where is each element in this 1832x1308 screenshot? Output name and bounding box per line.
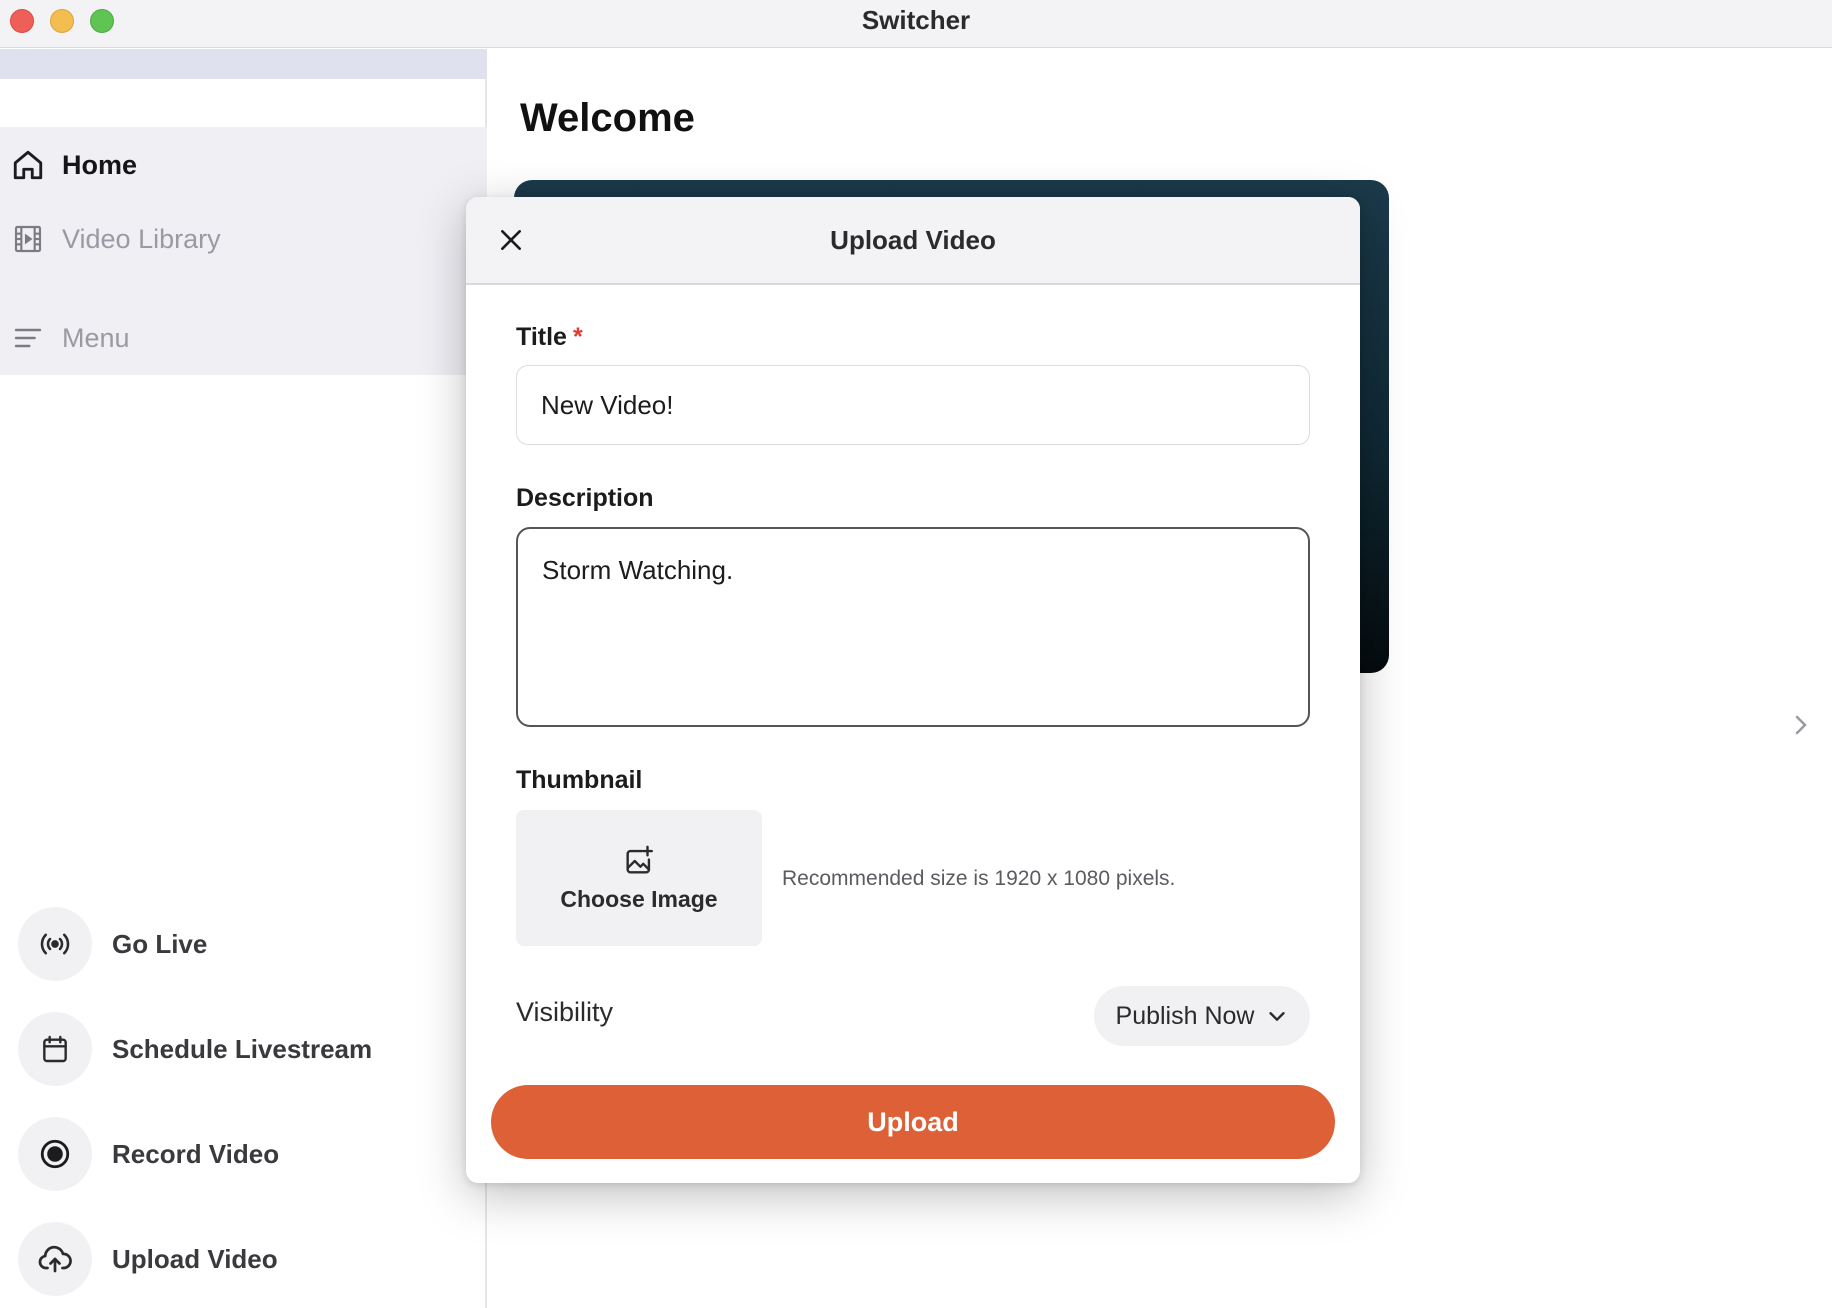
sidebar-item-home[interactable]: Home xyxy=(0,135,487,195)
title-label: Title * xyxy=(516,323,583,352)
sidebar-item-label: Home xyxy=(62,149,138,180)
menu-icon xyxy=(10,320,46,356)
go-live-button[interactable]: Go Live xyxy=(18,906,207,982)
required-marker: * xyxy=(572,323,583,351)
upload-video-button[interactable]: Upload Video xyxy=(18,1221,278,1297)
choose-image-button[interactable]: Choose Image xyxy=(516,810,762,946)
chevron-right-icon[interactable] xyxy=(1790,712,1812,738)
action-label: Go Live xyxy=(112,928,208,959)
record-video-button[interactable]: Record Video xyxy=(18,1116,279,1192)
home-icon xyxy=(10,147,46,183)
chevron-down-icon xyxy=(1266,1005,1288,1027)
choose-image-label: Choose Image xyxy=(560,885,718,912)
thumbnail-label: Thumbnail xyxy=(516,766,643,794)
action-label: Schedule Livestream xyxy=(112,1033,373,1064)
visibility-label: Visibility xyxy=(516,997,614,1027)
add-image-icon xyxy=(622,844,656,878)
upload-video-dialog: Upload Video Title * New Video! Descripti… xyxy=(466,197,1360,1183)
sidebar-item-label: Video Library xyxy=(62,223,221,254)
calendar-icon xyxy=(18,1012,92,1086)
page-title: Welcome xyxy=(520,96,695,140)
sidebar-top-strip xyxy=(0,49,487,79)
visibility-selected: Publish Now xyxy=(1115,1001,1255,1030)
sidebar-item-menu[interactable]: Menu xyxy=(0,308,487,368)
schedule-livestream-button[interactable]: Schedule Livestream xyxy=(18,1011,372,1087)
title-bar: Switcher xyxy=(0,0,1832,48)
sidebar: Home Video Library Menu Go Live Schedule… xyxy=(0,49,487,1308)
sidebar-item-video-library[interactable]: Video Library xyxy=(0,209,487,269)
upload-button[interactable]: Upload xyxy=(491,1085,1335,1159)
window-title: Switcher xyxy=(861,5,971,35)
dialog-title: Upload Video xyxy=(830,225,996,255)
thumbnail-hint: Recommended size is 1920 x 1080 pixels. xyxy=(782,867,1176,890)
title-input[interactable]: New Video! xyxy=(516,365,1310,445)
sidebar-item-label: Menu xyxy=(62,322,130,353)
film-icon xyxy=(10,221,46,257)
description-textarea[interactable]: Storm Watching. xyxy=(516,527,1310,727)
action-label: Record Video xyxy=(112,1138,280,1169)
record-icon xyxy=(18,1117,92,1191)
cloud-upload-icon xyxy=(18,1222,92,1296)
action-label: Upload Video xyxy=(112,1243,278,1274)
visibility-select[interactable]: Publish Now xyxy=(1094,986,1310,1046)
title-label-text: Title xyxy=(516,323,567,351)
description-label: Description xyxy=(516,484,654,512)
dialog-header: Upload Video xyxy=(466,197,1360,285)
broadcast-icon xyxy=(18,907,92,981)
